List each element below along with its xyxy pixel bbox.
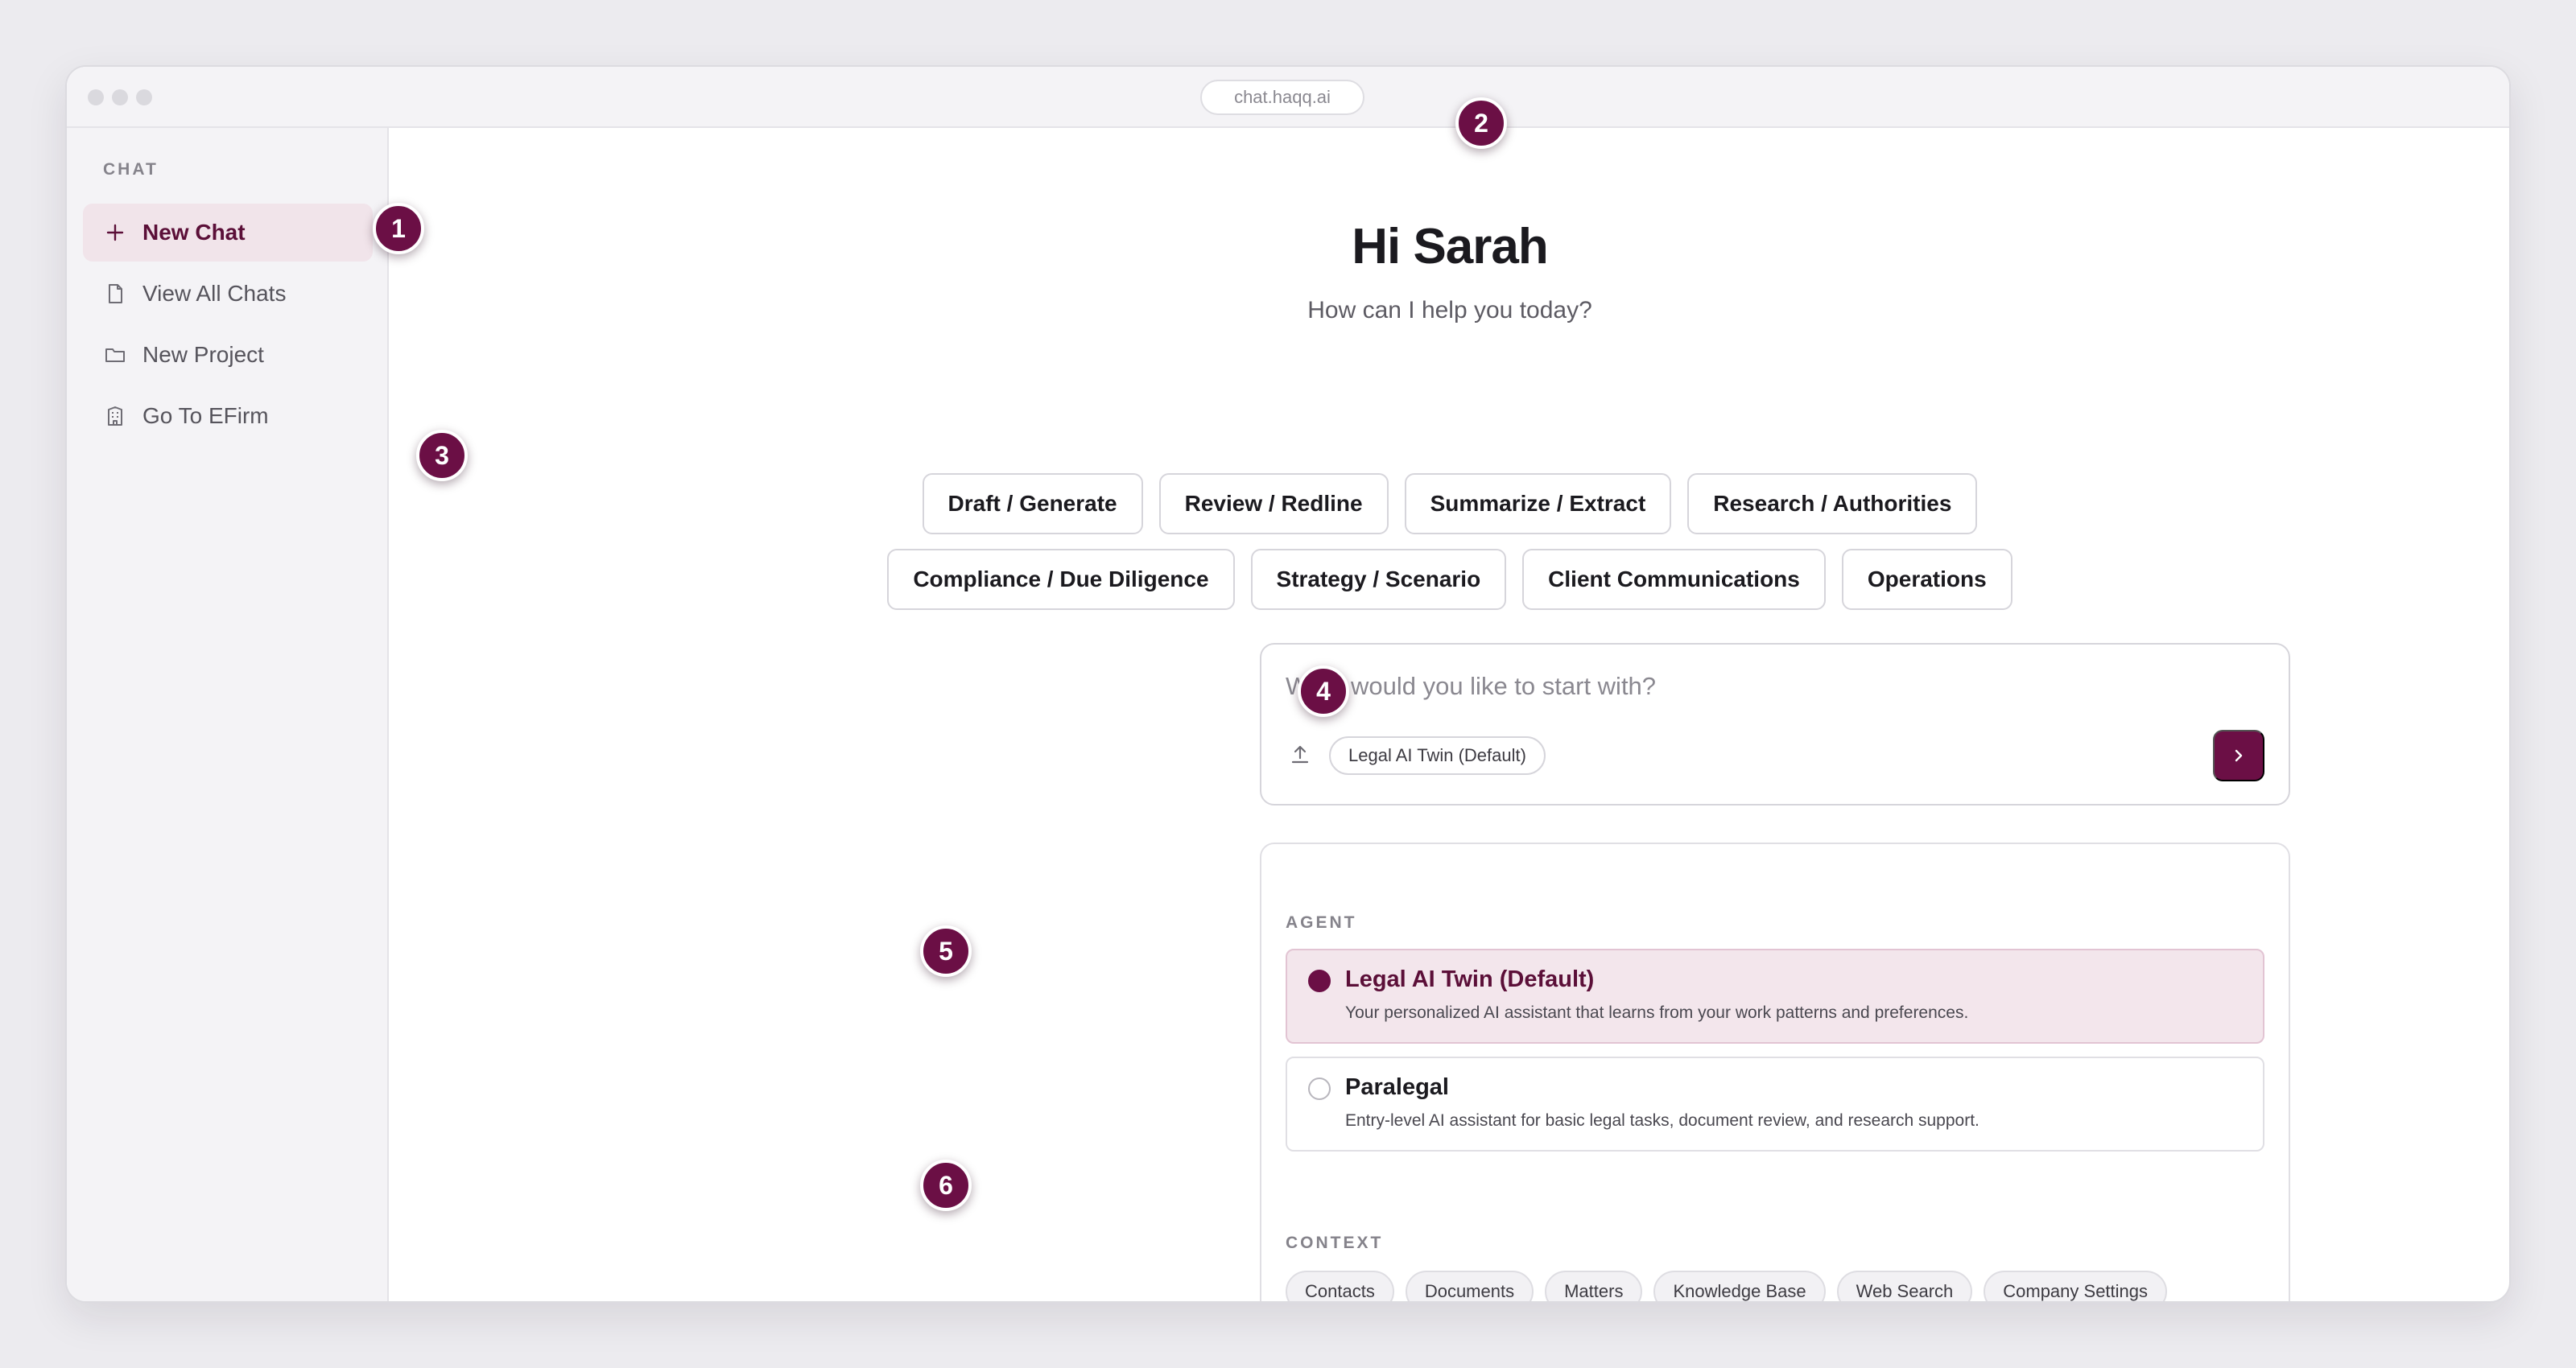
sidebar-item-view-all-chats[interactable]: View All Chats <box>83 265 373 323</box>
category-chip-summarize-extract[interactable]: Summarize / Extract <box>1404 473 1672 534</box>
category-chip-draft-generate[interactable]: Draft / Generate <box>922 473 1143 534</box>
chat-input[interactable] <box>1286 669 2235 704</box>
agent-option-legal-ai-twin[interactable]: Legal AI Twin (Default) Your personalize… <box>1286 949 2264 1044</box>
context-chips: Contacts Documents Matters Knowledge Bas… <box>1286 1271 2168 1301</box>
document-icon <box>109 284 122 303</box>
category-chips-row-1: Draft / Generate Review / Redline Summar… <box>389 473 2509 534</box>
sidebar-item-new-project[interactable]: New Project <box>83 326 373 384</box>
greeting-subtitle: How can I help you today? <box>1307 297 1592 323</box>
window-maximize-dot[interactable] <box>136 89 152 105</box>
context-chip-knowledge-base[interactable]: Knowledge Base <box>1653 1271 1826 1301</box>
sidebar-item-go-to-efirm[interactable]: Go To EFirm <box>83 387 373 445</box>
plus-icon <box>106 224 124 241</box>
folder-icon <box>105 348 125 362</box>
callout-badge-6: 6 <box>920 1160 972 1211</box>
browser-window: chat.haqq.ai CHAT New Chat View All Chat… <box>65 65 2511 1303</box>
agent-context-panel: AGENT Legal AI Twin (Default) Your perso… <box>1260 843 2290 1301</box>
building-icon <box>108 406 122 426</box>
sidebar-item-label: New Chat <box>142 220 246 245</box>
context-chip-contacts[interactable]: Contacts <box>1286 1271 1394 1301</box>
category-chip-operations[interactable]: Operations <box>1841 549 2013 610</box>
send-button[interactable] <box>2213 730 2264 781</box>
browser-titlebar: chat.haqq.ai <box>67 67 2509 128</box>
main-content: Hi Sarah How can I help you today? Draft… <box>389 128 2509 1301</box>
upload-icon <box>1291 745 1309 764</box>
callout-badge-3: 3 <box>416 430 468 481</box>
radio-selected-icon[interactable] <box>1308 970 1331 992</box>
agent-select-pill[interactable]: Legal AI Twin (Default) <box>1329 736 1546 775</box>
sidebar-item-label: New Project <box>142 342 264 367</box>
agent-description: Entry-level AI assistant for basic legal… <box>1345 1111 1979 1130</box>
context-chip-company-settings[interactable]: Company Settings <box>1984 1271 2168 1301</box>
category-chip-strategy-scenario[interactable]: Strategy / Scenario <box>1250 549 1507 610</box>
callout-badge-4: 4 <box>1298 665 1349 717</box>
callout-badge-1: 1 <box>373 203 424 254</box>
agent-option-paralegal[interactable]: Paralegal Entry-level AI assistant for b… <box>1286 1057 2264 1152</box>
upload-button[interactable] <box>1286 740 1315 768</box>
context-chip-web-search[interactable]: Web Search <box>1836 1271 1973 1301</box>
context-chip-matters[interactable]: Matters <box>1545 1271 1643 1301</box>
category-chips-row-2: Compliance / Due Diligence Strategy / Sc… <box>389 549 2509 610</box>
category-chip-compliance-due-diligence[interactable]: Compliance / Due Diligence <box>887 549 1235 610</box>
callout-badge-5: 5 <box>920 925 972 977</box>
sidebar-item-label: Go To EFirm <box>142 403 269 428</box>
url-bar[interactable]: chat.haqq.ai <box>1200 80 1364 115</box>
category-chip-review-redline[interactable]: Review / Redline <box>1158 473 1389 534</box>
window-minimize-dot[interactable] <box>112 89 128 105</box>
chevron-right-icon <box>2235 749 2243 762</box>
agent-description: Your personalized AI assistant that lear… <box>1345 1003 1969 1022</box>
sidebar: CHAT New Chat View All Chats New Project… <box>67 128 389 1301</box>
agent-name: Paralegal <box>1345 1074 1449 1100</box>
context-chip-documents[interactable]: Documents <box>1405 1271 1534 1301</box>
radio-unselected-icon[interactable] <box>1308 1078 1331 1100</box>
agent-section-heading: AGENT <box>1286 913 1357 932</box>
sidebar-item-label: View All Chats <box>142 281 287 306</box>
sidebar-item-new-chat[interactable]: New Chat <box>83 204 373 262</box>
sidebar-heading: CHAT <box>103 160 159 179</box>
callout-badge-2: 2 <box>1455 97 1507 149</box>
context-section-heading: CONTEXT <box>1286 1234 1384 1252</box>
category-chip-client-communications[interactable]: Client Communications <box>1522 549 1826 610</box>
chat-composer: Legal AI Twin (Default) <box>1260 643 2290 806</box>
greeting-title: Hi Sarah <box>1352 219 1549 274</box>
window-close-dot[interactable] <box>88 89 104 105</box>
agent-name: Legal AI Twin (Default) <box>1345 966 1595 992</box>
category-chip-research-authorities[interactable]: Research / Authorities <box>1687 473 1978 534</box>
